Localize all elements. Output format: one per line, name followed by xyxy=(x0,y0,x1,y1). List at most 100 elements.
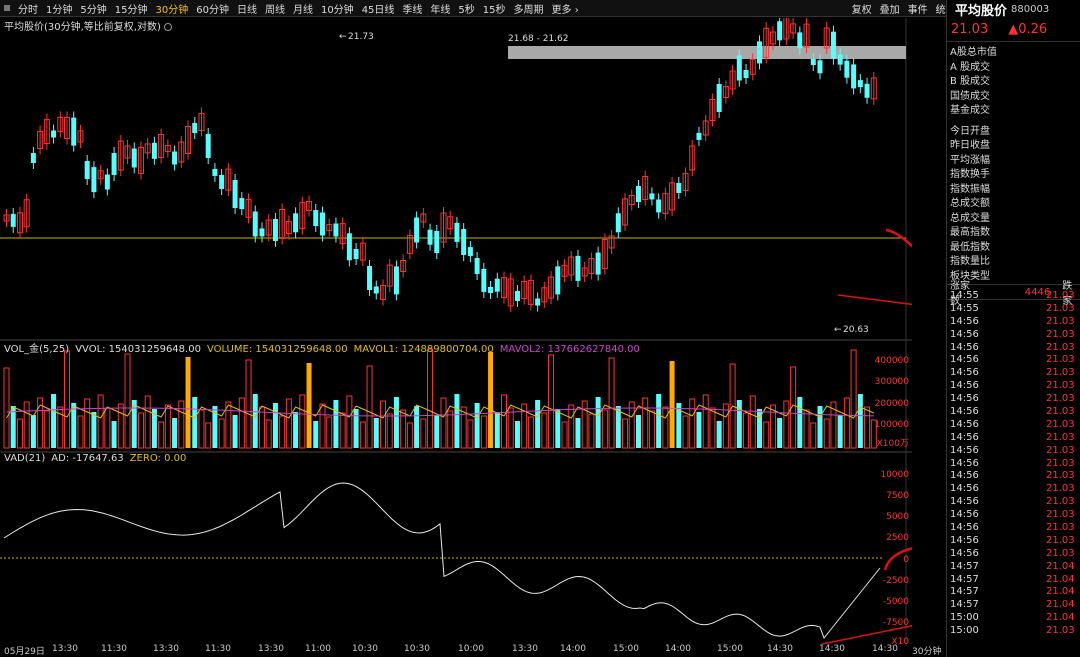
tool-button[interactable]: 事件 xyxy=(904,1,932,16)
volume-bar xyxy=(84,398,91,449)
high-price-label: ← xyxy=(339,32,347,42)
tick-row: 14:56 21.03 xyxy=(947,432,1080,445)
volume-bar xyxy=(366,365,373,449)
time-axis-label: 13:30 xyxy=(512,644,538,654)
tool-button[interactable]: 叠加 xyxy=(876,1,904,16)
period-tab[interactable]: 60分钟 xyxy=(192,1,233,16)
tick-row: 15:00 21.04 xyxy=(947,612,1080,625)
candle-body xyxy=(333,223,339,237)
candle-body xyxy=(434,231,440,253)
chart-canvas[interactable]: ← 21.73 21.68 - 21.62 21.02 ← 20.63 4000… xyxy=(0,18,912,646)
tick-price: 21.03 xyxy=(1046,302,1075,314)
tick-row: 14:56 21.03 xyxy=(947,458,1080,471)
candle-body xyxy=(172,151,178,165)
grid-icon[interactable] xyxy=(4,5,10,11)
stat-label: 今日开盘 xyxy=(950,125,990,137)
volume-bar xyxy=(447,410,454,449)
vad-axis-label: -7500 xyxy=(883,618,909,628)
candle-body xyxy=(104,174,110,190)
period-tab[interactable]: 15分钟 xyxy=(111,1,152,16)
period-tab[interactable]: 45日线 xyxy=(358,1,399,16)
tick-row: 14:56 21.03 xyxy=(947,419,1080,432)
settings-icon[interactable] xyxy=(163,23,172,31)
volume-bar xyxy=(306,363,312,448)
period-tab[interactable]: 更多 › xyxy=(548,1,583,16)
volume-bar xyxy=(313,421,319,448)
candle-body xyxy=(239,198,245,210)
candle-body xyxy=(232,180,238,208)
panel-header: 平均股价 880003 xyxy=(947,0,1080,19)
chart-area[interactable]: ← 21.73 21.68 - 21.62 21.02 ← 20.63 4000… xyxy=(0,18,912,646)
candle-body xyxy=(474,258,480,274)
period-tab[interactable]: 月线 xyxy=(289,1,317,16)
tick-time: 14:56 xyxy=(950,534,979,546)
volume-bar xyxy=(379,400,386,449)
period-tab[interactable]: 5分钟 xyxy=(76,1,110,16)
volume-bar xyxy=(535,400,541,448)
period-tabs: 分时 1分钟 5分钟 15分钟 30分钟 60分钟 日线 周线 月线 10分钟 45日线 季线 年线 5秒… xyxy=(14,1,583,16)
low-price-label: 20.63 xyxy=(843,325,869,335)
tool-button[interactable]: 复权 xyxy=(848,1,876,16)
tick-price: 21.03 xyxy=(1046,534,1075,546)
volume-bar xyxy=(252,394,258,448)
volume-bar xyxy=(555,409,561,448)
volume-bars xyxy=(3,348,877,449)
volume-bar xyxy=(406,422,413,449)
volume-bar xyxy=(16,418,23,449)
tick-time: 14:57 xyxy=(950,573,979,585)
time-axis-label: 15:00 xyxy=(613,644,639,654)
volume-bar xyxy=(507,407,514,449)
volume-bar xyxy=(51,394,57,448)
vad-indicator-name[interactable]: VAD(21) xyxy=(4,453,45,464)
candle-body xyxy=(844,60,850,78)
gap-range-label: 21.68 - 21.62 xyxy=(508,34,569,44)
volume-bar xyxy=(192,397,198,448)
period-tab[interactable]: 1分钟 xyxy=(42,1,76,16)
period-tab[interactable]: 周线 xyxy=(261,1,289,16)
tick-price: 21.03 xyxy=(1046,470,1075,482)
period-tab[interactable]: 5秒 xyxy=(454,1,478,16)
period-tab[interactable]: 分时 xyxy=(14,1,42,16)
zero-value: ZERO: 0.00 xyxy=(129,453,187,464)
time-axis-label: 14:00 xyxy=(665,644,691,654)
volume-bar xyxy=(299,394,306,449)
vol-indicator-name[interactable]: VOL_金(5,25) xyxy=(4,344,69,355)
index-name: 平均股价 xyxy=(955,3,1008,19)
period-tab[interactable]: 15秒 xyxy=(479,1,510,16)
last-price: 21.03 xyxy=(951,22,989,37)
tick-row: 14:57 21.04 xyxy=(947,574,1080,587)
tick-time: 14:56 xyxy=(950,547,979,559)
volume-bar xyxy=(588,413,595,449)
volume-bar xyxy=(285,398,292,449)
volume-bar xyxy=(353,409,359,448)
volume-bar xyxy=(656,394,662,448)
candle-body xyxy=(313,210,319,226)
tick-time: 14:56 xyxy=(950,393,979,405)
candle-body xyxy=(393,266,399,295)
candle-body xyxy=(51,130,57,138)
candle-body xyxy=(467,247,473,257)
stat-label: A 股成交 xyxy=(950,61,991,73)
period-tab[interactable]: 多周期 xyxy=(510,1,548,16)
candle-body xyxy=(864,83,870,98)
mavol2-value: MAVOL2: 137662627840.00 xyxy=(499,344,640,355)
period-tab[interactable]: 季线 xyxy=(398,1,426,16)
tick-price: 21.03 xyxy=(1046,431,1075,443)
period-tab[interactable]: 年线 xyxy=(426,1,454,16)
tick-price: 21.03 xyxy=(1046,418,1075,430)
tick-row: 14:56 21.03 xyxy=(947,329,1080,342)
period-tab[interactable]: 30分钟 xyxy=(151,1,192,16)
low-price-label: ← xyxy=(834,325,842,335)
stat-label: 总成交量 xyxy=(950,212,990,224)
period-tab[interactable]: 日线 xyxy=(233,1,261,16)
vad-axis-label: -5000 xyxy=(883,597,909,607)
candle-body xyxy=(595,252,601,275)
chart-title: 平均股价(30分钟,等比前复权,对数) xyxy=(4,18,172,33)
ad-value: AD: -17647.63 xyxy=(51,453,124,464)
candle-body xyxy=(575,255,581,281)
candle-body xyxy=(91,167,97,193)
tick-list[interactable]: 14:55 21.03 14:55 21.03 14:56 21.03 14:56 21.03… xyxy=(947,290,1080,638)
period-tab[interactable]: 10分钟 xyxy=(317,1,358,16)
candle-body xyxy=(756,41,762,64)
time-axis-label: 14:00 xyxy=(560,644,586,654)
